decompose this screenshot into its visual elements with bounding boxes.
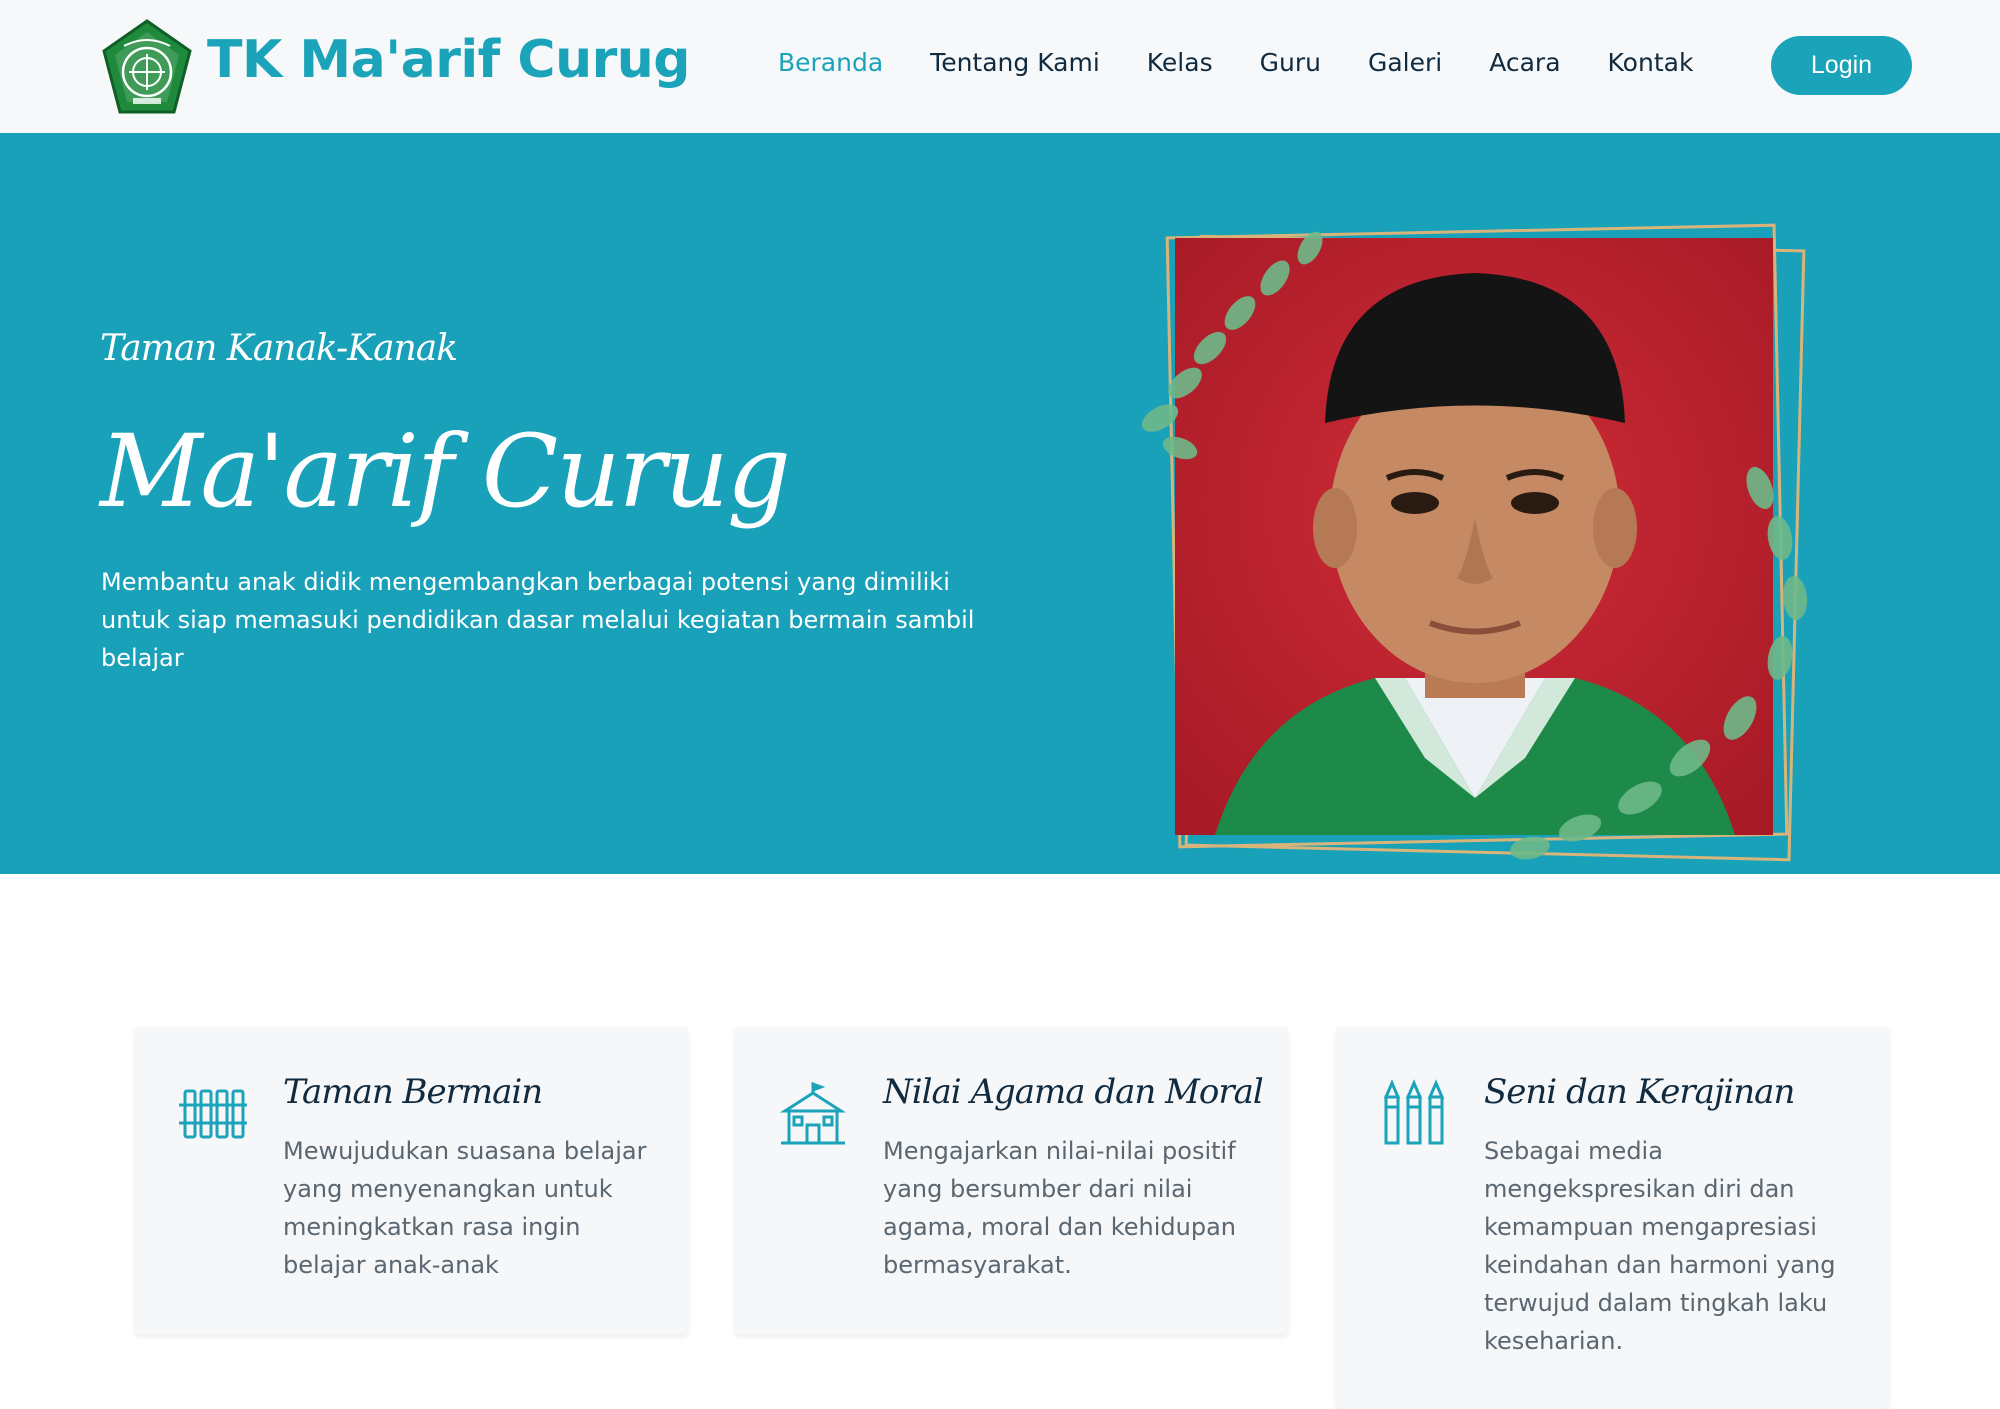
hero-description: Membantu anak didik mengembangkan berbag…: [101, 568, 975, 672]
nav-item-galeri[interactable]: Galeri: [1368, 48, 1442, 77]
feature-title: Seni dan Kerajinan: [1484, 1072, 1795, 1112]
nav-item-acara[interactable]: Acara: [1489, 48, 1560, 77]
feature-title: Taman Bermain: [283, 1072, 543, 1112]
nav-item-kelas[interactable]: Kelas: [1147, 48, 1213, 77]
playground-fence-icon: [179, 1079, 247, 1147]
hero-title: Ma'arif Curug: [100, 413, 791, 530]
hero-section: Taman Kanak-Kanak Ma'arif Curug Membantu…: [0, 133, 2000, 874]
feature-title: Nilai Agama dan Moral: [883, 1072, 1264, 1112]
site-header: TK Ma'arif Curug Beranda Tentang Kami Ke…: [0, 0, 2000, 133]
crayons-icon: [1380, 1079, 1448, 1147]
feature-text: Sebagai media mengekspresikan diri dan k…: [1484, 1137, 1836, 1355]
hero-subtitle: Taman Kanak-Kanak: [100, 328, 458, 369]
nav-item-tentang-kami[interactable]: Tentang Kami: [930, 48, 1100, 77]
school-emblem-icon[interactable]: [98, 18, 196, 116]
login-button[interactable]: Login: [1771, 36, 1912, 95]
nav-item-guru[interactable]: Guru: [1260, 48, 1321, 77]
feature-card-nilai-agama: Nilai Agama dan Moral Mengajarkan nilai-…: [735, 1027, 1288, 1334]
feature-card-taman-bermain: Taman Bermain Mewujudukan suasana belaja…: [135, 1027, 688, 1334]
leaf-decoration-icon: [1141, 231, 1808, 860]
feature-text: Mewujudukan suasana belajar yang menyena…: [283, 1137, 647, 1279]
brand-name[interactable]: TK Ma'arif Curug: [207, 30, 690, 90]
feature-card-seni-kerajinan: Seni dan Kerajinan Sebagai media mengeks…: [1336, 1027, 1889, 1409]
nav-item-beranda[interactable]: Beranda: [778, 48, 883, 77]
school-building-icon: [779, 1079, 847, 1147]
hero-photo-frame: [1140, 208, 1830, 873]
main-nav: Beranda Tentang Kami Kelas Guru Galeri A…: [778, 48, 1740, 77]
nav-item-kontak[interactable]: Kontak: [1608, 48, 1694, 77]
feature-text: Mengajarkan nilai-nilai positif yang ber…: [883, 1137, 1236, 1279]
